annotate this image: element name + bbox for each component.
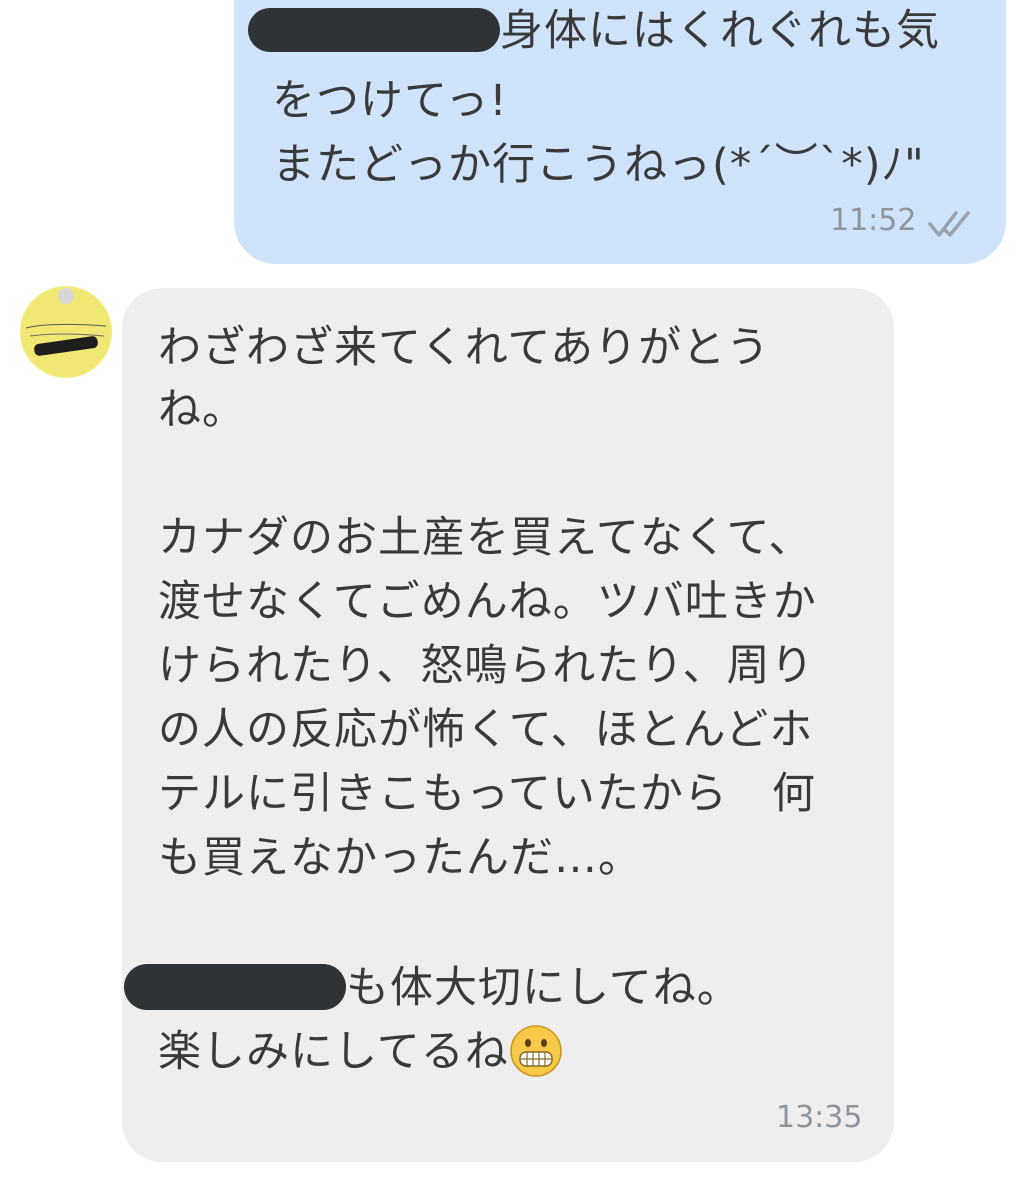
- redacted-name-block: [124, 963, 346, 1010]
- incoming-message-line: も買えなかったんだ…。: [158, 833, 642, 883]
- double-check-icon: [928, 211, 970, 237]
- incoming-last-line-text: 楽しみにしてるね: [158, 1027, 509, 1077]
- incoming-message-line: テルに引きこもっていたから 何: [158, 769, 816, 819]
- avatar-photo-icon: [20, 286, 112, 378]
- incoming-timestamp: 13:35: [776, 1100, 863, 1135]
- incoming-message-line: けられたり、怒鳴られたり、周り: [158, 641, 815, 691]
- outgoing-message-line: をつけてっ!: [272, 76, 508, 126]
- incoming-message-line: の人の反応が怖くて、ほとんどホ: [158, 705, 814, 755]
- incoming-message-line: わざわざ来てくれてありがとう: [158, 323, 771, 373]
- incoming-message-line: カナダのお土産を買えてなくて、: [158, 513, 813, 563]
- contact-avatar[interactable]: [20, 286, 112, 378]
- grimacing-face-emoji-icon: [509, 1024, 562, 1077]
- outgoing-message-line: またどっか行こうねっ(*´︶`*)ﾉ": [272, 140, 925, 190]
- incoming-message-line: 楽しみにしてるね: [158, 1024, 563, 1082]
- incoming-redact-line-text: も体大切にしてね。: [346, 963, 741, 1013]
- incoming-message-line: ね。: [158, 385, 246, 435]
- outgoing-line-1-text: 身体にはくれぐれも気: [500, 6, 940, 56]
- redacted-name-block: [248, 7, 500, 52]
- incoming-message-line: も体大切にしてね。: [124, 962, 741, 1014]
- outgoing-timestamp: 11:52: [830, 203, 917, 238]
- outgoing-message-line: 身体にはくれぐれも気: [248, 5, 940, 57]
- incoming-message-line: 渡せなくてごめんね。ツバ吐きか: [158, 577, 817, 627]
